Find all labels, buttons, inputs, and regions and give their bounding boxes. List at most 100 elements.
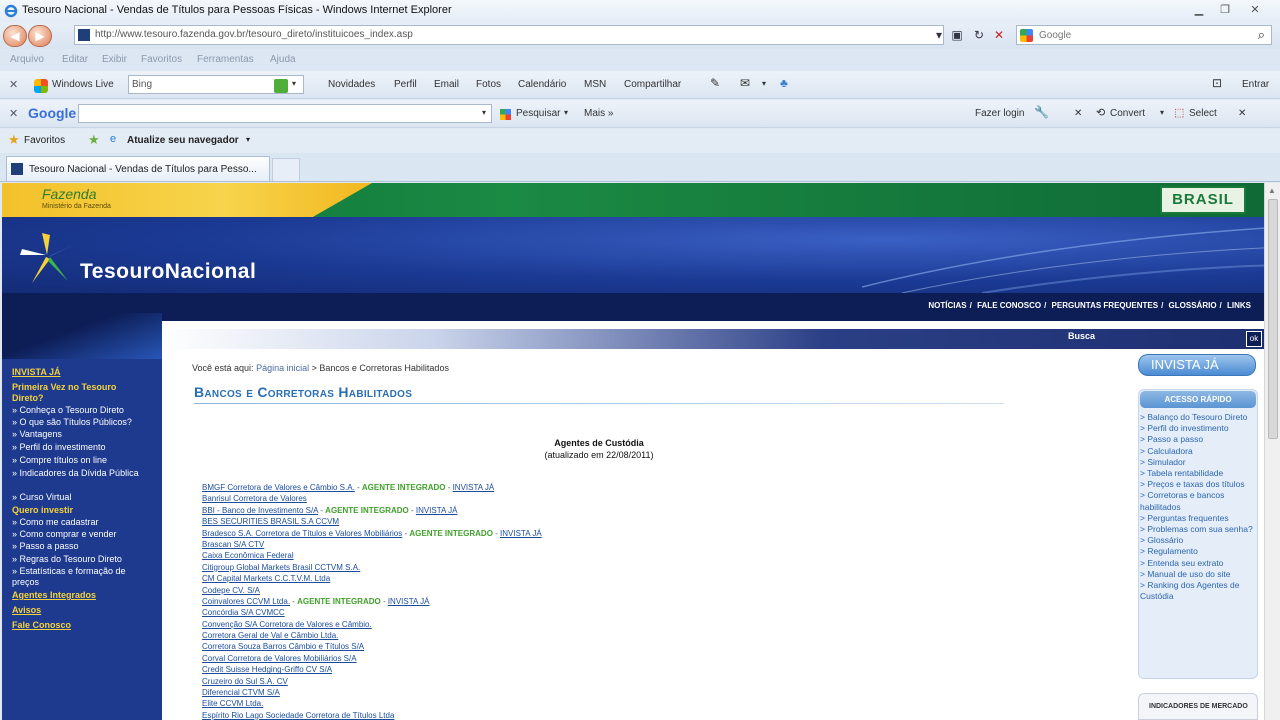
acesso-rapido-link[interactable]: > Perguntas frequentes [1140, 513, 1258, 524]
windows-live-label[interactable]: Windows Live [52, 79, 114, 90]
google-toolbar-search-input[interactable] [78, 104, 492, 123]
sidebar-item[interactable]: » Como comprar e vender [12, 529, 117, 540]
convert-dropdown-icon[interactable]: ▾ [1160, 108, 1164, 117]
sidebar-item[interactable]: » Conheça o Tesouro Direto [12, 405, 124, 416]
close-toolbar-icon[interactable]: ✕ [9, 78, 18, 91]
acesso-rapido-link[interactable]: > Entenda seu extrato [1140, 558, 1258, 569]
acesso-rapido-link[interactable]: > Perfil do investimento [1140, 423, 1258, 434]
menu-favoritos[interactable]: Favoritos [141, 54, 182, 65]
sidebar-item[interactable]: » Vantagens [12, 429, 62, 440]
mail-icon[interactable]: ✉ [740, 76, 750, 90]
acesso-rapido-link[interactable]: > Passo a passo [1140, 434, 1258, 445]
live-link-fotos[interactable]: Fotos [476, 79, 501, 90]
close-addon-icon[interactable]: ✕ [1074, 108, 1082, 119]
scroll-up-icon[interactable]: ▲ [1268, 186, 1276, 195]
nav-glossario[interactable]: GLOSSÁRIO [1169, 301, 1217, 310]
close-window-icon[interactable]: ✕ [1244, 2, 1266, 18]
sidebar-item[interactable]: » Compre títulos on line [12, 455, 107, 466]
search-box[interactable]: Google ⌕ [1016, 25, 1272, 45]
select-button[interactable]: Select [1189, 108, 1217, 119]
site-brand[interactable]: TesouroNacional [80, 260, 256, 284]
sidebar-item[interactable]: INVISTA JÁ [12, 367, 61, 378]
live-link-msn[interactable]: MSN [584, 79, 606, 90]
options-icon[interactable]: ⊡ [1212, 76, 1222, 90]
sidebar-item[interactable]: » Perfil do investimento [12, 442, 106, 453]
nav-perguntas[interactable]: PERGUNTAS FREQUENTES [1052, 301, 1159, 310]
sidebar-item[interactable]: » O que são Títulos Públicos? [12, 417, 132, 428]
new-tab-button[interactable] [272, 158, 300, 181]
live-link-novidades[interactable]: Novidades [328, 79, 375, 90]
agent-link[interactable]: Corval Corretora de Valores Mobiliários … [202, 654, 357, 663]
agent-link[interactable]: Coinvalores CCVM Ltda. [202, 597, 290, 606]
agent-link[interactable]: Citigroup Global Markets Brasil CCTVM S.… [202, 563, 360, 572]
messenger-icon[interactable]: ♣ [780, 76, 788, 90]
acesso-rapido-link[interactable]: > Preços e taxas dos títulos [1140, 479, 1258, 490]
sidebar-item[interactable]: Avisos [12, 605, 41, 616]
agent-link[interactable]: Diferencial CTVM S/A [202, 688, 280, 697]
agent-invista-link[interactable]: INVISTA JÁ [388, 597, 430, 606]
wrench-icon[interactable]: 🔧 [1034, 105, 1049, 119]
address-bar[interactable]: http://www.tesouro.fazenda.gov.br/tesour… [74, 25, 944, 45]
compat-view-icon[interactable]: ▣ [948, 26, 966, 44]
agent-link[interactable]: Corretora Geral de Val e Câmbio Ltda. [202, 631, 338, 640]
agent-invista-link[interactable]: INVISTA JÁ [453, 483, 495, 492]
nav-links[interactable]: LINKS [1227, 301, 1251, 310]
agent-link[interactable]: Corretora Souza Barros Câmbio e Títulos … [202, 642, 364, 651]
agent-link[interactable]: Espírito Rio Lago Sociedade Corretora de… [202, 711, 394, 720]
google-more-button[interactable]: Mais » [584, 108, 613, 119]
acesso-rapido-link[interactable]: > Corretoras e bancos habilitados [1140, 490, 1258, 512]
sidebar-item[interactable]: » Curso Virtual [12, 492, 71, 503]
nav-fale-conosco[interactable]: FALE CONOSCO [977, 301, 1041, 310]
agent-link[interactable]: Bradesco S.A. Corretora de Títulos e Val… [202, 529, 402, 538]
acesso-rapido-link[interactable]: > Simulador [1140, 457, 1258, 468]
google-login-link[interactable]: Fazer login [975, 108, 1024, 119]
live-link-calendario[interactable]: Calendário [518, 79, 566, 90]
close-google-toolbar-icon[interactable]: ✕ [9, 107, 18, 120]
agent-link[interactable]: Codepe CV. S/A [202, 586, 260, 595]
tab-tesouro[interactable]: Tesouro Nacional - Vendas de Títulos par… [6, 156, 270, 181]
stop-icon[interactable]: ✕ [990, 26, 1008, 44]
convert-button[interactable]: Convert [1110, 108, 1145, 119]
acesso-rapido-link[interactable]: > Balanço do Tesouro Direto [1140, 412, 1258, 423]
mail-dropdown-icon[interactable]: ▾ [762, 79, 766, 88]
google-search-button-dropdown-icon[interactable]: ▾ [564, 108, 568, 117]
menu-arquivo[interactable]: Arquivo [10, 54, 44, 65]
google-search-dropdown-icon[interactable]: ▾ [482, 108, 486, 117]
address-url[interactable]: http://www.tesouro.fazenda.gov.br/tesour… [95, 29, 413, 40]
agent-link[interactable]: Caixa Econômica Federal [202, 551, 294, 560]
acesso-rapido-link[interactable]: > Manual de uso do site [1140, 569, 1258, 580]
sidebar-item[interactable]: Primeira Vez no Tesouro Direto? [12, 382, 150, 404]
google-search-button[interactable]: Pesquisar [516, 108, 560, 119]
agent-link[interactable]: Concórdia S/A CVMCC [202, 608, 285, 617]
brasil-logo[interactable]: BRASIL [1160, 186, 1246, 214]
agent-invista-link[interactable]: INVISTA JÁ [500, 529, 542, 538]
update-dropdown-icon[interactable]: ▾ [246, 135, 250, 144]
add-favorite-icon[interactable]: ★ [88, 132, 100, 148]
agent-link[interactable]: Convenção S/A Corretora de Valores e Câm… [202, 620, 372, 629]
scroll-thumb[interactable] [1268, 199, 1278, 439]
acesso-rapido-link[interactable]: > Ranking dos Agentes de Custódia [1140, 580, 1258, 602]
sidebar-item[interactable]: » Passo a passo [12, 541, 79, 552]
menu-editar[interactable]: Editar [62, 54, 88, 65]
back-button[interactable]: ◀ [3, 25, 27, 47]
live-link-compartilhar[interactable]: Compartilhar [624, 79, 681, 90]
agent-link[interactable]: Cruzeiro do Sul S.A. CV [202, 677, 288, 686]
breadcrumb-home-link[interactable]: Página inicial [256, 363, 309, 373]
agent-link[interactable]: Elite CCVM Ltda. [202, 699, 263, 708]
sidebar-item[interactable]: Quero investir [12, 505, 73, 516]
live-link-email[interactable]: Email [434, 79, 459, 90]
search-icon[interactable]: ⌕ [1258, 27, 1265, 43]
sidebar-item[interactable]: » Indicadores da Dívida Pública [12, 468, 150, 479]
agent-link[interactable]: Brascan S/A CTV [202, 540, 264, 549]
acesso-rapido-link[interactable]: > Tabela rentabilidade [1140, 468, 1258, 479]
agent-link[interactable]: BMGF Corretora de Valores e Câmbio S.A. [202, 483, 355, 492]
live-link-perfil[interactable]: Perfil [394, 79, 417, 90]
forward-button[interactable]: ▶ [28, 25, 52, 47]
live-signin-link[interactable]: Entrar [1242, 79, 1269, 90]
bing-go-icon[interactable] [274, 79, 288, 93]
favorites-button[interactable]: Favoritos [24, 135, 65, 146]
acesso-rapido-link[interactable]: > Regulamento [1140, 546, 1258, 557]
refresh-icon[interactable]: ↻ [970, 26, 988, 44]
sidebar-item[interactable]: » Regras do Tesouro Direto [12, 554, 122, 565]
page-scrollbar[interactable]: ▲ [1264, 183, 1280, 720]
